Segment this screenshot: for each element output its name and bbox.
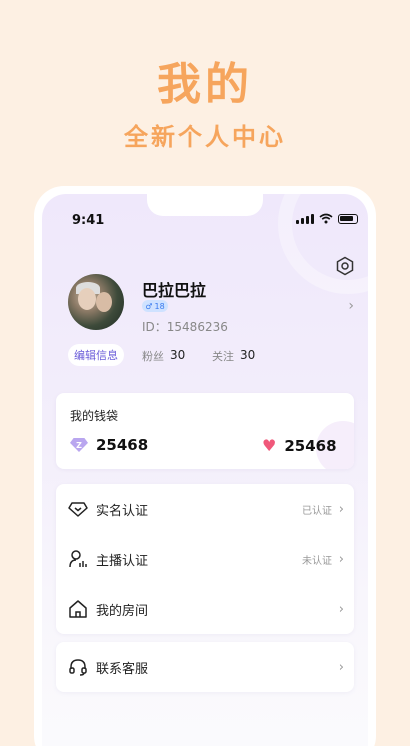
battery-icon: [338, 213, 358, 224]
signal-icon: [296, 213, 314, 224]
male-icon: ♂: [145, 301, 153, 311]
chevron-right-icon: ›: [338, 659, 344, 675]
follow-count: 30: [240, 348, 256, 362]
menu-item-real-name[interactable]: 实名认证 已认证 ›: [56, 484, 354, 534]
wallet-title: 我的钱袋: [70, 409, 119, 423]
follow-stat[interactable]: 关注 30: [212, 348, 255, 364]
edit-profile-button[interactable]: 编辑信息: [68, 344, 124, 366]
menu-label: 主播认证: [96, 553, 149, 569]
settings-hexagon-icon[interactable]: [335, 256, 355, 276]
home-icon: [69, 600, 87, 618]
avatar[interactable]: [68, 274, 124, 330]
age-label: 18: [154, 301, 165, 311]
heart-amount: 25468: [284, 436, 337, 455]
chevron-right-icon: ›: [338, 601, 344, 617]
fans-stat[interactable]: 粉丝 30: [142, 348, 185, 364]
gender-badge: ♂ 18: [142, 300, 168, 312]
menu-label: 联系客服: [96, 661, 149, 677]
menu-label: 我的房间: [96, 603, 149, 619]
status-time: 9:41: [72, 213, 105, 228]
promo-title: 我的: [157, 59, 253, 110]
chevron-right-icon: ›: [338, 501, 344, 517]
decorative-ring: [278, 194, 368, 294]
menu-status: 已认证: [302, 505, 332, 517]
menu-item-anchor-verify[interactable]: 主播认证 未认证 ›: [56, 534, 354, 584]
menu-item-my-room[interactable]: 我的房间 ›: [56, 584, 354, 634]
menu-label: 实名认证: [96, 503, 149, 519]
wallet-card[interactable]: 我的钱袋 Z 25468 ♥ 25468: [56, 393, 354, 469]
headset-icon: [69, 659, 87, 676]
menu-status: 未认证: [302, 555, 332, 567]
promo-subtitle: 全新个人中心: [124, 123, 286, 151]
verification-menu-card: 实名认证 已认证 › 主播认证 未认证 › 我的房间 ›: [56, 484, 354, 634]
fans-count: 30: [170, 348, 186, 362]
service-menu-card: 联系客服 ›: [56, 642, 354, 692]
diamond-outline-icon: [68, 502, 88, 517]
diamond-amount: 25468: [96, 436, 149, 454]
username: 巴拉巴拉: [142, 281, 207, 300]
status-icons: [296, 213, 358, 224]
user-id: ID：15486236: [142, 320, 228, 334]
profile-chevron-right-icon[interactable]: ›: [348, 298, 354, 314]
profile-screen: 9:41 巴拉巴拉 ♂ 18 ID：15486236 › 编辑信息 粉丝 30 …: [42, 194, 368, 746]
heart-icon: ♥: [262, 436, 277, 455]
phone-notch: [147, 194, 263, 216]
diamond-balance[interactable]: Z 25468: [70, 436, 148, 454]
wifi-icon: [319, 213, 333, 224]
phone-frame: 9:41 巴拉巴拉 ♂ 18 ID：15486236 › 编辑信息 粉丝 30 …: [34, 186, 376, 746]
menu-item-customer-service[interactable]: 联系客服 ›: [56, 642, 354, 692]
diamond-icon: Z: [70, 438, 88, 452]
fans-label: 粉丝: [142, 350, 164, 363]
anchor-person-icon: [69, 550, 87, 568]
chevron-right-icon: ›: [338, 551, 344, 567]
follow-label: 关注: [212, 350, 234, 363]
heart-balance[interactable]: ♥ 25468: [262, 436, 337, 455]
